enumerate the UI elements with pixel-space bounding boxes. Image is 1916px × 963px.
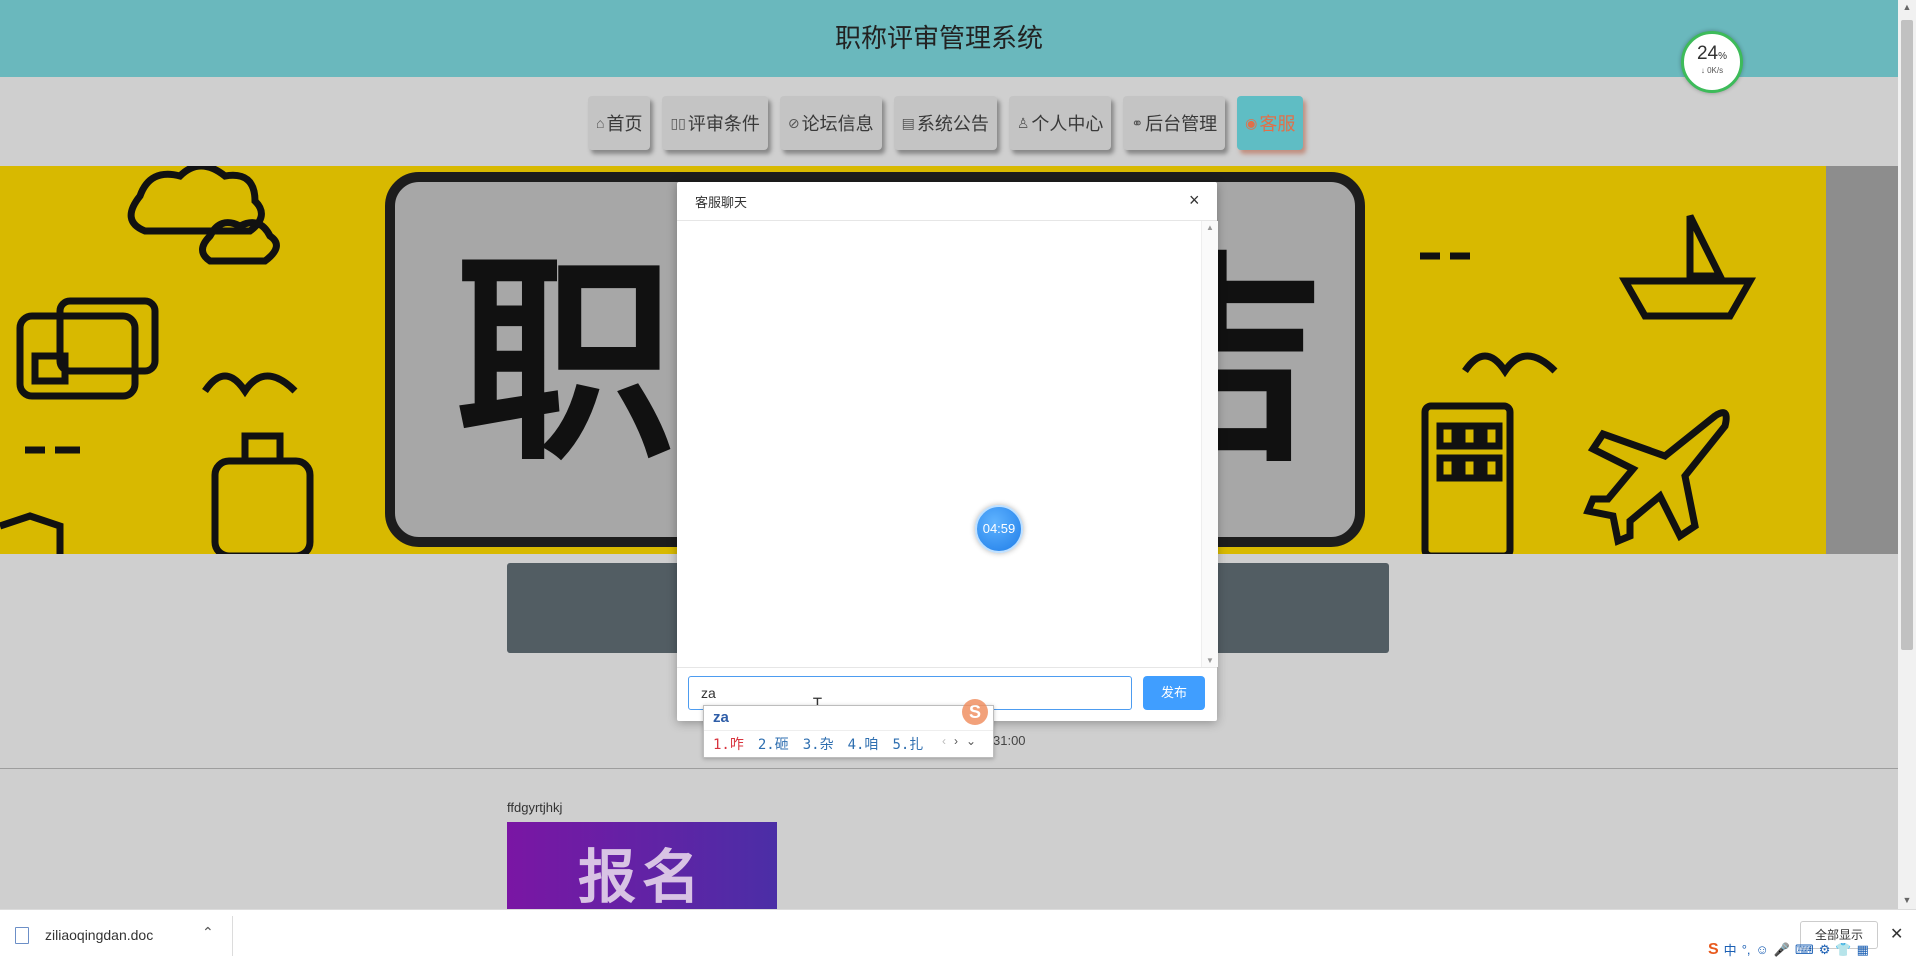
ime-candidate[interactable]: 1.咋 [713, 734, 744, 754]
post-title[interactable]: ffdgyrtjhkj [507, 800, 562, 815]
divider [0, 768, 1898, 769]
nav-admin[interactable]: ⚭ 后台管理 [1123, 96, 1226, 150]
dialog-title: 客服聊天 [695, 195, 748, 210]
chevron-right-icon[interactable]: › [954, 734, 958, 748]
divider [677, 667, 1217, 668]
backpack-icon [211, 457, 314, 554]
chat-scrollbar[interactable]: ▲ ▼ [1201, 221, 1218, 667]
bird-icon [202, 372, 298, 398]
nav-profile[interactable]: ♙ 个人中心 [1008, 96, 1112, 150]
ime-pinyin: za [713, 709, 729, 726]
cloud-icon [199, 219, 280, 265]
ime-toolbar: S 中 °, ☺ 🎤 ⌨ ⚙ 👕 ▦ [1708, 940, 1869, 959]
scroll-down-icon[interactable]: ▼ [1898, 895, 1916, 905]
airplane-icon [1583, 409, 1730, 546]
divider [232, 916, 233, 956]
nav-label: 客服 [1259, 114, 1296, 134]
banner-char: 职 [455, 234, 676, 490]
nav-customer-service[interactable]: ◉ 客服 [1237, 96, 1304, 150]
chat-messages[interactable]: 04:59 [677, 221, 1201, 667]
microphone-icon[interactable]: 🎤 [1774, 942, 1790, 958]
app-title: 职称评审管理系统 [834, 23, 1043, 53]
promo-image[interactable]: 报名 [507, 822, 777, 910]
ime-candidates: 1.咋 2.砸 3.杂 4.咱 5.扎 [713, 734, 923, 754]
chevron-left-icon[interactable]: ‹ [942, 734, 946, 748]
close-icon[interactable]: ✕ [1890, 924, 1903, 944]
tag-icon: ⊘ [787, 114, 800, 131]
toolbox-icon[interactable]: ▦ [1857, 942, 1869, 958]
chat-dialog: 客服聊天 × 04:59 ▲ ▼ 发布 [677, 182, 1218, 721]
chevron-up-icon[interactable]: ⌃ [202, 924, 214, 941]
close-icon[interactable]: × [1189, 190, 1200, 211]
nav-label: 论坛信息 [801, 114, 874, 134]
nav-label: 后台管理 [1145, 114, 1218, 134]
emoji-icon[interactable]: ☺ [1756, 942, 1769, 957]
settings-icon[interactable]: ⚙ [1819, 942, 1831, 958]
user-icon: ♙ [1016, 114, 1030, 131]
ime-pager: ‹ › ⌄ [942, 734, 976, 748]
ime-candidate-window: za S 1.咋 2.砸 3.杂 4.咱 5.扎 ‹ › ⌄ [703, 699, 994, 758]
clipboard-icon: ▤ [901, 114, 915, 131]
ime-candidate[interactable]: 5.扎 [892, 734, 923, 754]
grid-icon: ▯▯ [670, 114, 686, 131]
ime-candidate[interactable]: 2.砸 [758, 734, 789, 754]
nav-announcements[interactable]: ▤ 系统公告 [893, 96, 997, 150]
banner-edge [1826, 166, 1898, 554]
sogou-logo-icon: S [962, 699, 988, 725]
home-icon: ⌂ [596, 115, 605, 131]
speed-rate: ↓ 0K/s [1700, 66, 1724, 75]
post-timestamp: 31:00 [993, 733, 1026, 748]
nav-home[interactable]: ⌂ 首页 [588, 96, 651, 150]
scrollbar-thumb[interactable] [1901, 20, 1913, 650]
keyboard-icon[interactable]: ⌨ [1795, 942, 1814, 958]
download-file-name[interactable]: ziliaoqingdan.doc [45, 927, 153, 943]
headset-icon: ◉ [1245, 114, 1258, 131]
scroll-up-icon[interactable]: ▲ [1898, 2, 1916, 12]
main-nav: ⌂ 首页 ▯▯ 评审条件 ⊘ 论坛信息 ▤ 系统公告 ♙ 个人中心 ⚭ 后台管理 ◉ 客服 [588, 96, 1304, 150]
nav-label: 个人中心 [1031, 114, 1104, 134]
publish-button[interactable]: 发布 [1143, 676, 1205, 710]
skin-icon[interactable]: 👕 [1835, 942, 1851, 958]
countdown-timer[interactable]: 04:59 [975, 505, 1023, 553]
nav-label: 评审条件 [687, 114, 760, 134]
promo-text: 报名 [577, 845, 706, 910]
cloud-icon [127, 166, 265, 235]
speed-percent-sign: % [1718, 51, 1728, 62]
sogou-icon[interactable]: S [1708, 941, 1719, 959]
speed-percent: 24 [1696, 43, 1719, 64]
document-icon [15, 927, 29, 944]
scroll-down-icon[interactable]: ▼ [1202, 656, 1218, 665]
download-bar: ziliaoqingdan.doc ⌃ 全部显示 ✕ S 中 °, ☺ 🎤 ⌨ … [0, 909, 1916, 963]
nav-review-criteria[interactable]: ▯▯ 评审条件 [662, 96, 768, 150]
scroll-up-icon[interactable]: ▲ [1202, 223, 1218, 232]
ime-candidate[interactable]: 4.咱 [848, 734, 879, 754]
nav-forum[interactable]: ⊘ 论坛信息 [779, 96, 882, 150]
language-mode-icon[interactable]: 中 [1724, 940, 1737, 959]
boat-icon [1618, 214, 1757, 320]
network-speed-widget[interactable]: 24% ↓ 0K/s [1681, 31, 1743, 93]
ime-candidate[interactable]: 3.杂 [803, 734, 834, 754]
chevron-down-icon[interactable]: ⌄ [966, 734, 976, 748]
punctuation-icon[interactable]: °, [1742, 942, 1751, 957]
link-icon: ⚭ [1131, 114, 1144, 131]
divider [704, 730, 993, 731]
bird-icon [1462, 352, 1558, 378]
nav-label: 首页 [606, 114, 643, 134]
nav-label: 系统公告 [916, 114, 989, 134]
